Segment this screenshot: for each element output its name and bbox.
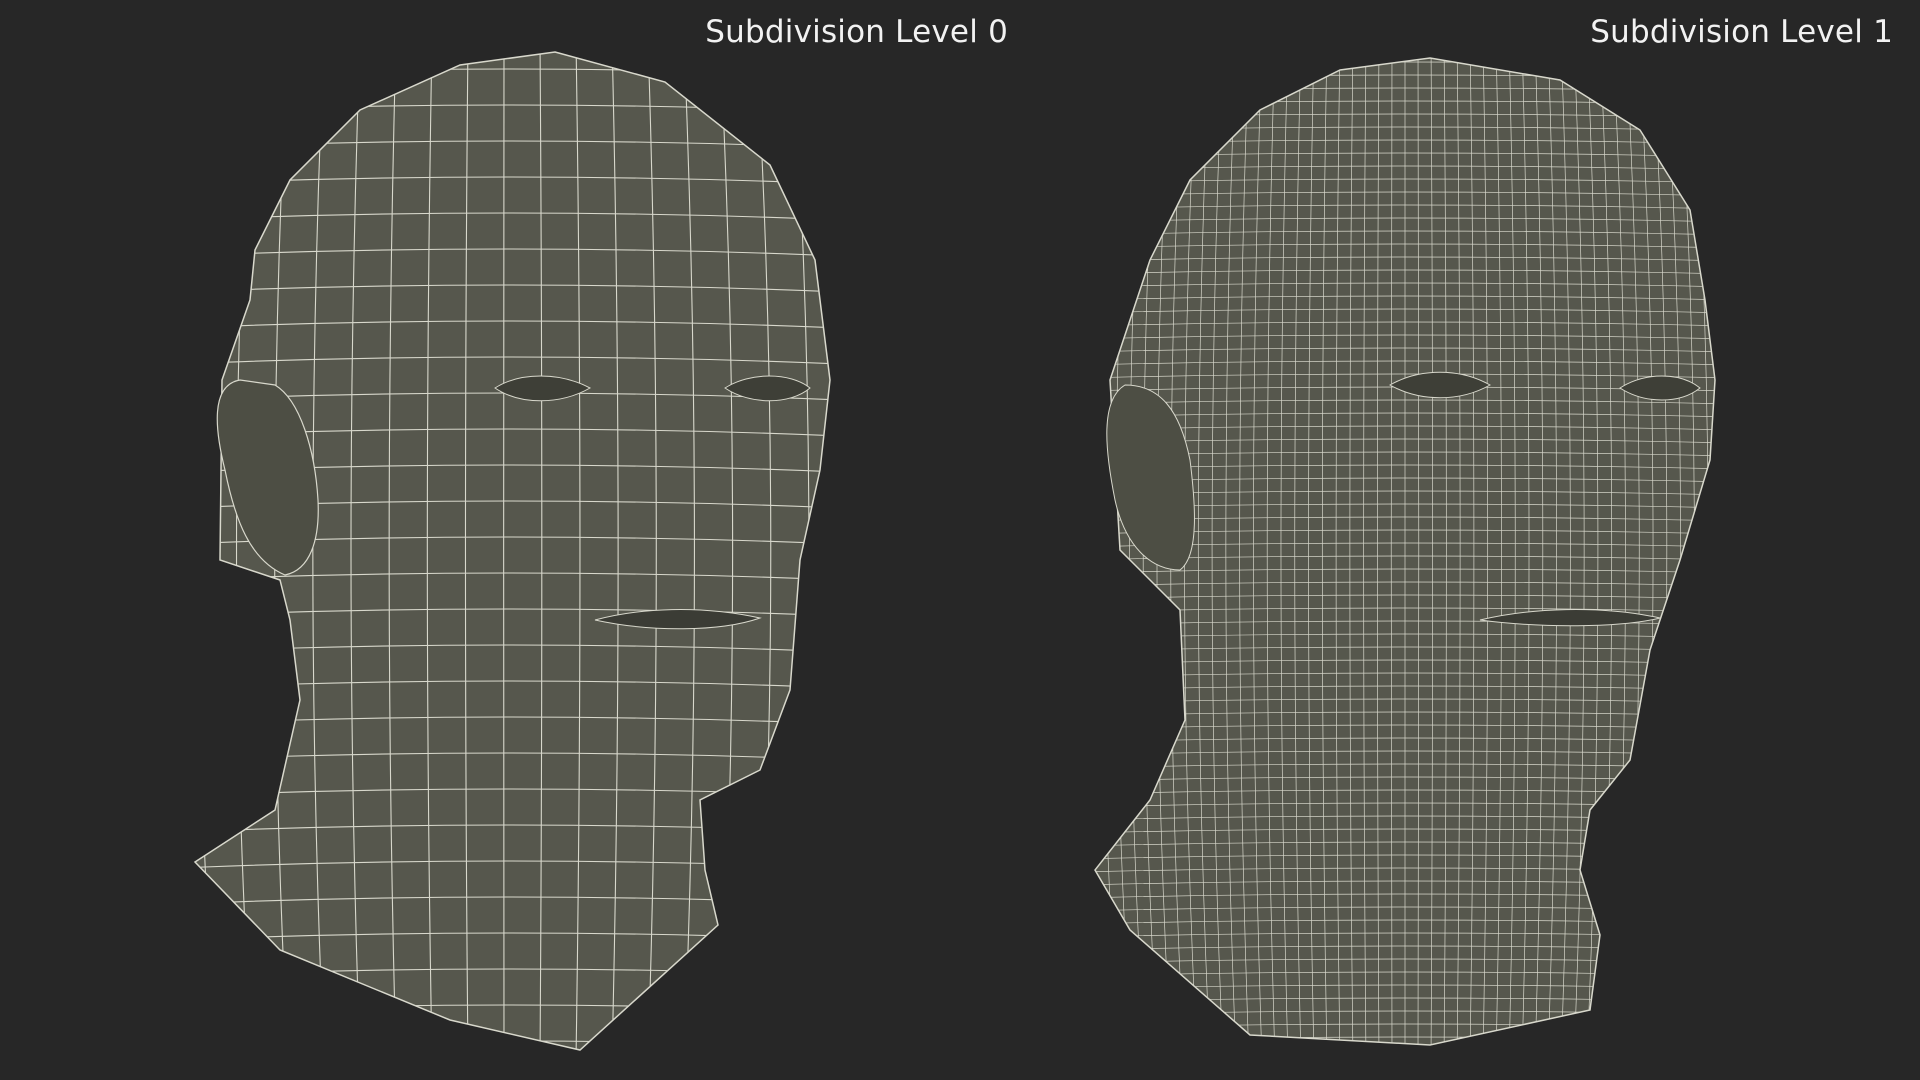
mesh-edge xyxy=(1080,1050,1730,1054)
mesh-edge xyxy=(1730,40,1750,1060)
mesh-edge xyxy=(197,52,217,1050)
head-model-left xyxy=(160,40,831,1060)
render-viewport: Subdivision Level 0 Subdivision Level 1 xyxy=(0,0,1920,1080)
head-model-right xyxy=(1061,40,1750,1060)
mesh-edge xyxy=(195,1040,830,1049)
mesh-edge xyxy=(1690,58,1709,1045)
mesh-edge xyxy=(1061,40,1081,1060)
subdivision-level-1-label: Subdivision Level 1 xyxy=(1590,14,1893,50)
mesh-edge xyxy=(827,52,830,1050)
mesh-edge xyxy=(1703,58,1715,1045)
mesh-edge xyxy=(1095,58,1107,1045)
mesh-edge xyxy=(160,40,180,1060)
render-canvas xyxy=(160,40,1750,1060)
mesh-edge xyxy=(1717,40,1736,1060)
subdivision-level-0-label: Subdivision Level 0 xyxy=(705,14,1008,50)
mesh-edge xyxy=(1074,40,1093,1060)
